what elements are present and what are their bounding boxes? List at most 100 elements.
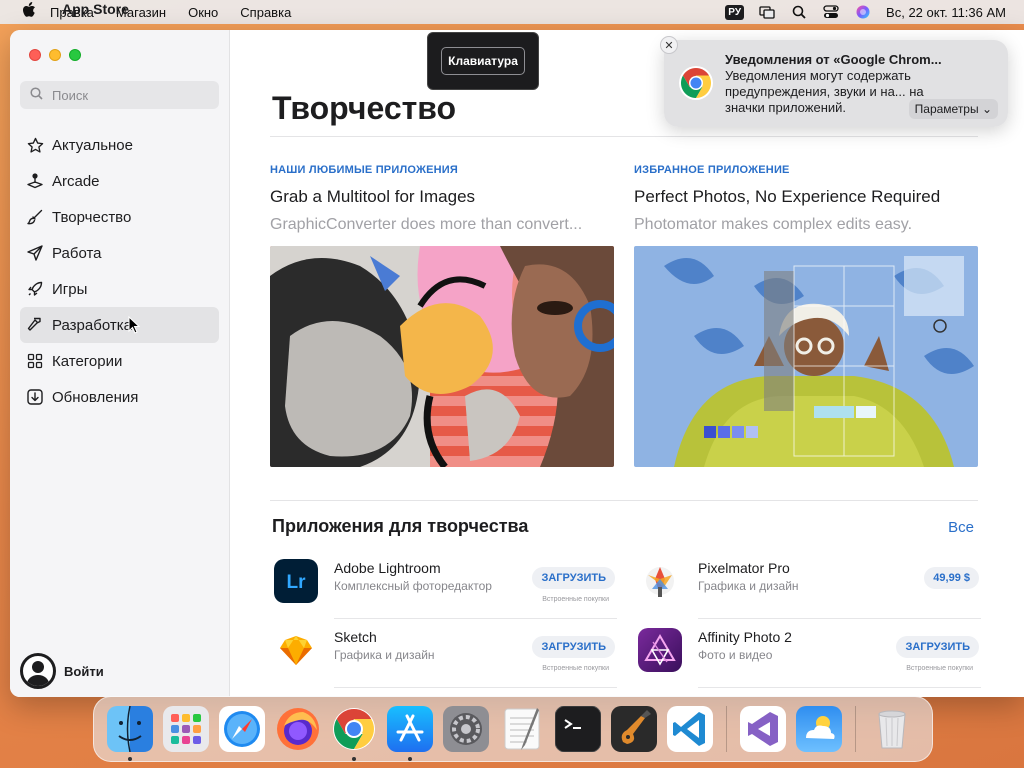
feature-eyebrow: НАШИ ЛЮБИМЫЕ ПРИЛОЖЕНИЯ [270,164,459,176]
sidebar-item-label: Актуальное [52,136,133,154]
sidebar-item-label: Категории [52,352,123,370]
sidebar-nav: Актуальное Arcade Творчество Работа Игры… [20,127,219,415]
siri-icon[interactable] [854,5,872,19]
sidebar: Поиск Актуальное Arcade Творчество Работ… [10,30,230,697]
feature-artwork-illustration[interactable] [634,246,978,467]
app-row-lightroom[interactable]: Lr Adobe Lightroom Комплексный фоторедак… [272,559,617,619]
app-category: Графика и дизайн [698,579,799,593]
sidebar-item-label: Игры [52,280,88,298]
see-all-link[interactable]: Все [948,519,974,536]
terminal-icon[interactable] [554,705,602,753]
chrome-icon[interactable] [331,706,377,761]
running-indicator [408,757,412,761]
keyboard-overlay-label: Клавиатура [441,47,525,75]
row-divider [698,618,981,619]
feature-title: Grab a Multitool for Images [270,187,476,206]
in-app-purchases-note: Встроенные покупки [542,596,609,603]
star-icon [26,136,44,154]
lightroom-app-icon[interactable]: Lr [274,559,318,603]
paperplane-icon [26,244,44,262]
close-icon[interactable]: ✕ [660,36,678,54]
sidebar-item-label: Творчество [52,208,132,226]
in-app-purchases-note: Встроенные покупки [906,665,973,672]
svg-text:Lr: Lr [287,572,307,593]
app-name[interactable]: Pixelmator Pro [698,560,790,576]
sidebar-item-create[interactable]: Творчество [20,199,219,235]
launchpad-icon[interactable] [163,706,209,752]
running-indicator [352,757,356,761]
main-content: Творчество НАШИ ЛЮБИМЫЕ ПРИЛОЖЕНИЯ Grab … [231,30,1024,697]
menubar-clock[interactable]: Вс, 22 окт. 11:36 AM [886,5,1006,20]
garageband-icon[interactable] [611,706,657,752]
finder-icon[interactable] [107,705,153,761]
app-row-affinity-photo[interactable]: Affinity Photo 2 Фото и видео ЗАГРУЗИТЬ … [636,628,981,688]
sidebar-item-categories[interactable]: Категории [20,343,219,379]
app-category: Фото и видео [698,648,773,662]
page-title: Творчество [272,90,457,126]
joystick-icon [26,172,44,190]
close-window-button[interactable] [29,49,41,61]
sidebar-item-discover[interactable]: Актуальное [20,127,219,163]
spotlight-search-icon[interactable] [790,5,808,19]
minimize-window-button[interactable] [49,49,61,61]
sidebar-item-develop[interactable]: Разработка [20,307,219,343]
notification-options-button[interactable]: Параметры ⌄ [908,99,998,119]
sketch-app-icon[interactable] [274,628,318,672]
menu-help[interactable]: Справка [240,5,291,20]
safari-icon[interactable] [219,706,265,752]
sidebar-item-updates[interactable]: Обновления [20,379,219,415]
sidebar-item-work[interactable]: Работа [20,235,219,271]
weather-icon[interactable] [796,706,842,752]
apple-menu-icon[interactable] [18,2,40,22]
pixelmator-app-icon[interactable] [638,559,682,603]
zoom-window-button[interactable] [69,49,81,61]
sign-in-button[interactable]: Войти [20,653,104,689]
get-button[interactable]: ЗАГРУЗИТЬ [532,636,615,658]
search-placeholder: Поиск [52,87,89,103]
feature-title: Perfect Photos, No Experience Required [634,187,941,206]
search-icon [30,87,44,103]
search-input[interactable]: Поиск [20,81,219,109]
chrome-notification[interactable]: ✕ Уведомления от «Google Chrom... Уведом… [660,36,1008,127]
get-button[interactable]: ЗАГРУЗИТЬ [896,636,979,658]
textedit-icon[interactable] [499,706,545,752]
get-button[interactable]: ЗАГРУЗИТЬ [532,567,615,589]
app-name[interactable]: Affinity Photo 2 [698,629,792,645]
system-settings-icon[interactable] [443,706,489,752]
visual-studio-icon[interactable] [740,706,786,752]
firefox-icon[interactable] [275,706,321,752]
vscode-icon[interactable] [667,706,713,752]
app-category: Графика и дизайн [334,648,435,662]
hammer-icon [26,316,44,334]
feature-artwork-collage[interactable] [270,246,614,467]
sign-in-label: Войти [64,663,104,679]
in-app-purchases-note: Встроенные покупки [542,665,609,672]
sidebar-item-games[interactable]: Игры [20,271,219,307]
window-controls [29,49,81,61]
app-name[interactable]: Adobe Lightroom [334,560,441,576]
sidebar-item-label: Разработка [52,316,132,334]
price-button[interactable]: 49,99 $ [924,567,979,589]
affinity-photo-app-icon[interactable] [638,628,682,672]
title-divider [270,136,978,137]
download-icon [26,388,44,406]
menu-app-name[interactable]: App Store [62,1,129,17]
input-source-badge[interactable]: РУ [725,4,745,20]
screen-mirroring-icon[interactable] [758,5,776,19]
app-name[interactable]: Sketch [334,629,377,645]
menu-bar: App Store Правка Магазин Окно Справка РУ… [0,0,1024,24]
section-divider [270,500,978,501]
row-divider [334,618,617,619]
app-row-pixelmator[interactable]: Pixelmator Pro Графика и дизайн 49,99 $ [636,559,981,619]
mouse-cursor-icon [128,316,140,334]
appstore-icon[interactable] [387,706,433,761]
app-row-sketch[interactable]: Sketch Графика и дизайн ЗАГРУЗИТЬ Встрое… [272,628,617,688]
featured-card-photomator[interactable]: ИЗБРАННОЕ ПРИЛОЖЕНИЕ Perfect Photos, No … [634,164,978,467]
sidebar-item-arcade[interactable]: Arcade [20,163,219,199]
grid-icon [26,352,44,370]
trash-icon[interactable] [869,706,915,752]
keyboard-overlay: Клавиатура [427,32,539,90]
featured-card-graphicconverter[interactable]: НАШИ ЛЮБИМЫЕ ПРИЛОЖЕНИЯ Grab a Multitool… [270,164,614,467]
control-center-icon[interactable] [822,5,840,19]
menu-window[interactable]: Окно [188,5,218,20]
